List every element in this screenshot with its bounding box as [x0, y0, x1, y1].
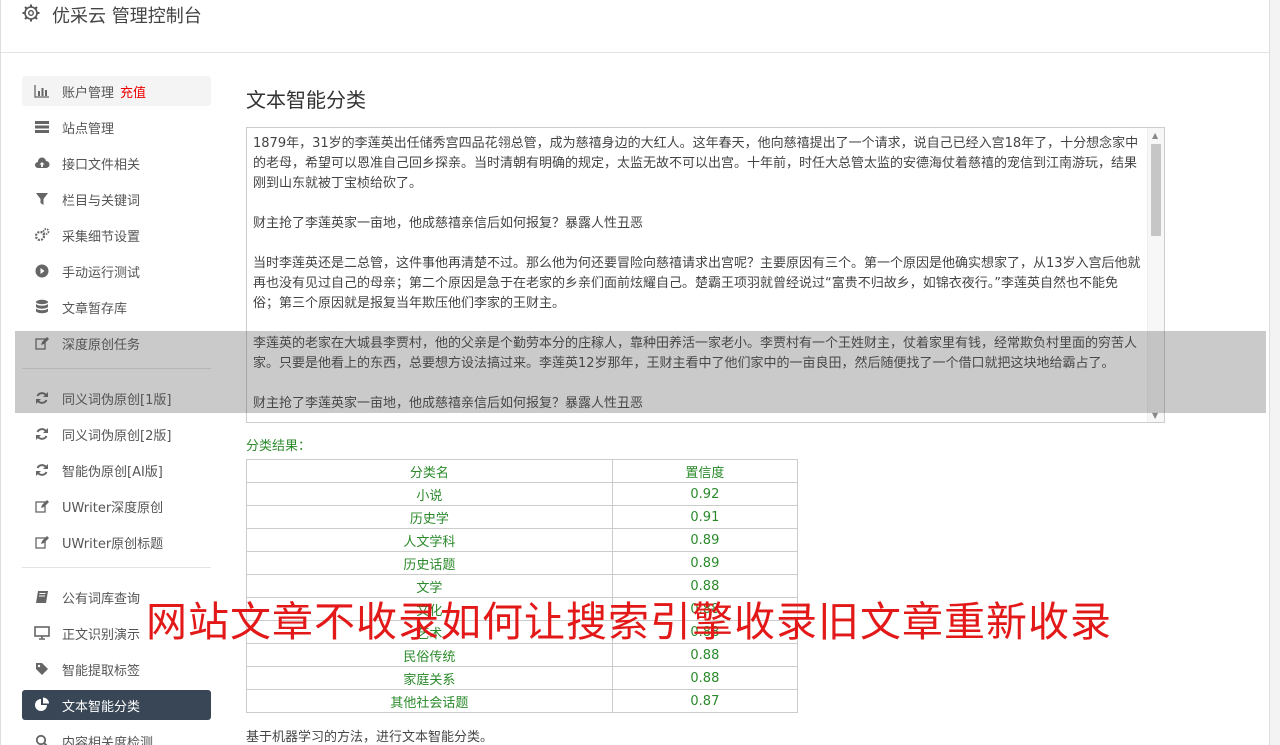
category-cell: 家庭关系: [246, 666, 613, 690]
watermark-text: 网站文章不收录如何让搜索引擎收录旧文章重新收录: [146, 598, 1112, 646]
text-paragraph: 李莲英的老家在大城县李贾村，他的父亲是个勤劳本分的庄稼人，靠种田养活一家老小。李…: [253, 336, 1138, 371]
sidebar-divider: [22, 368, 211, 369]
sidebar-item-label: 手动运行测试: [62, 265, 141, 281]
gear-icon[interactable]: [21, 3, 41, 23]
sidebar-item-label: 智能提取标签: [62, 663, 141, 679]
sidebar-item-label: UWriter深度原创: [62, 500, 164, 516]
sidebar-item-relevance-check[interactable]: 内容相关度检测: [22, 726, 211, 745]
table-row: 历史学 0.91: [246, 505, 799, 529]
filter-icon: [34, 191, 50, 207]
text-content[interactable]: 1879年，31岁的李莲英出任储秀宫四品花翎总管，成为慈禧身边的大红人。这年春天…: [253, 134, 1143, 422]
category-cell: 历史话题: [246, 551, 613, 575]
sidebar-item-label: 栏目与关键词: [62, 193, 141, 209]
scroll-thumb[interactable]: [1151, 144, 1161, 236]
sidebar-item-label: 同义词伪原创[1版]: [62, 392, 172, 408]
sidebar-item-label: 内容相关度检测: [62, 735, 154, 745]
sidebar-item-label: UWriter原创标题: [62, 536, 164, 552]
refresh-icon: [34, 462, 50, 478]
confidence-cell: 0.89: [611, 551, 799, 575]
sidebar-item-label: 同义词伪原创[2版]: [62, 428, 172, 444]
gears-icon: [34, 227, 50, 243]
sidebar-item-collect-settings[interactable]: 采集细节设置: [22, 220, 211, 250]
category-cell: 其他社会话题: [246, 689, 613, 713]
recharge-link[interactable]: 充值: [120, 82, 146, 101]
sidebar-item-label: 文章暂存库: [62, 301, 128, 317]
sidebar-item-manual-test[interactable]: 手动运行测试: [22, 256, 211, 286]
book-icon: [34, 589, 50, 605]
tag-icon: [34, 661, 50, 677]
text-paragraph: 当时李莲英还是二总管，这件事他再清楚不过。那么他为何还要冒险向慈禧请求出宫呢？主…: [253, 256, 1141, 311]
text-paragraph: 财主抢了李莲英家一亩地，他成慈禧亲信后如何报复？暴露人性丑恶: [253, 396, 644, 411]
sidebar-item-uwriter-deep[interactable]: UWriter深度原创: [22, 491, 211, 521]
sidebar-item-label: 公有词库查询: [62, 591, 141, 607]
sidebar-item-label: 接口文件相关: [62, 157, 141, 173]
play-icon: [34, 263, 50, 279]
sidebar-item-label: 深度原创任务: [62, 337, 141, 353]
table-row: 家庭关系 0.88: [246, 666, 799, 690]
sidebar-item-label: 采集细节设置: [62, 229, 141, 245]
sidebar-item-synonym-v1[interactable]: 同义词伪原创[1版]: [22, 383, 211, 413]
sidebar-item-label: 账户管理: [62, 85, 115, 101]
scroll-down-arrow-icon[interactable]: ▼: [1152, 411, 1158, 420]
page-title: 文本智能分类: [246, 88, 366, 112]
top-header: 优采云 管理控制台: [1, 0, 1269, 53]
table-header-row: 分类名 置信度: [246, 459, 799, 483]
bar-chart-icon: [34, 83, 50, 99]
column-header-category: 分类名: [246, 459, 613, 483]
refresh-icon: [34, 390, 50, 406]
sidebar-item-label: 智能伪原创[AI版]: [62, 464, 163, 480]
sidebar-item-sites[interactable]: 站点管理: [22, 112, 211, 142]
result-label: 分类结果：: [246, 439, 312, 454]
table-row: 人文学科 0.89: [246, 528, 799, 552]
sidebar-item-label: 站点管理: [62, 121, 115, 137]
confidence-cell: 0.92: [611, 482, 799, 506]
edit-icon: [34, 498, 50, 514]
sidebar-item-text-classify[interactable]: 文本智能分类: [22, 690, 211, 720]
sidebar-item-uwriter-title[interactable]: UWriter原创标题: [22, 527, 211, 557]
table-row: 历史话题 0.89: [246, 551, 799, 575]
category-cell: 小说: [246, 482, 613, 506]
sidebar-item-columns-keywords[interactable]: 栏目与关键词: [22, 184, 211, 214]
sidebar-item-label: 文本智能分类: [62, 699, 141, 715]
sidebar-item-account[interactable]: 账户管理 充值: [22, 76, 211, 106]
search-icon: [34, 733, 50, 745]
database-icon: [34, 299, 50, 315]
scroll-up-arrow-icon[interactable]: ▲: [1152, 131, 1158, 140]
column-header-confidence: 置信度: [611, 459, 799, 483]
confidence-cell: 0.87: [611, 689, 799, 713]
sidebar-item-ai-rewrite[interactable]: 智能伪原创[AI版]: [22, 455, 211, 485]
sidebar-item-label: 正文识别演示: [62, 627, 141, 643]
table-row: 小说 0.92: [246, 482, 799, 506]
textarea-scrollbar[interactable]: ▲ ▼: [1147, 128, 1164, 422]
refresh-icon: [34, 426, 50, 442]
footer-note: 基于机器学习的方法，进行文本智能分类。: [246, 730, 494, 745]
confidence-cell: 0.89: [611, 528, 799, 552]
category-cell: 人文学科: [246, 528, 613, 552]
result-table: 分类名 置信度 小说 0.92 历史学 0.91 人文学科 0.89 历史话题 0.89…: [246, 459, 799, 713]
sidebar-item-article-store[interactable]: 文章暂存库: [22, 292, 211, 322]
text-input-area[interactable]: 1879年，31岁的李莲英出任储秀宫四品花翎总管，成为慈禧身边的大红人。这年春天…: [246, 127, 1165, 423]
sidebar-item-synonym-v2[interactable]: 同义词伪原创[2版]: [22, 419, 211, 449]
text-paragraph: 1879年，31岁的李莲英出任储秀宫四品花翎总管，成为慈禧身边的大红人。这年春天…: [253, 136, 1139, 191]
app-title: 优采云 管理控制台: [52, 6, 202, 27]
confidence-cell: 0.91: [611, 505, 799, 529]
pie-chart-icon: [34, 697, 50, 713]
server-icon: [34, 119, 50, 135]
table-row: 其他社会话题 0.87: [246, 689, 799, 713]
sidebar-divider: [22, 567, 211, 568]
cloud-upload-icon: [34, 155, 50, 171]
sidebar-item-deep-original[interactable]: 深度原创任务: [22, 328, 211, 358]
sidebar-item-extract-tags[interactable]: 智能提取标签: [22, 654, 211, 684]
sidebar-item-interface-files[interactable]: 接口文件相关: [22, 148, 211, 178]
edit-icon: [34, 335, 50, 351]
confidence-cell: 0.88: [611, 666, 799, 690]
text-paragraph: 财主抢了李莲英家一亩地，他成慈禧亲信后如何报复？暴露人性丑恶: [253, 216, 644, 231]
category-cell: 历史学: [246, 505, 613, 529]
monitor-icon: [34, 625, 50, 641]
edit-icon: [34, 534, 50, 550]
